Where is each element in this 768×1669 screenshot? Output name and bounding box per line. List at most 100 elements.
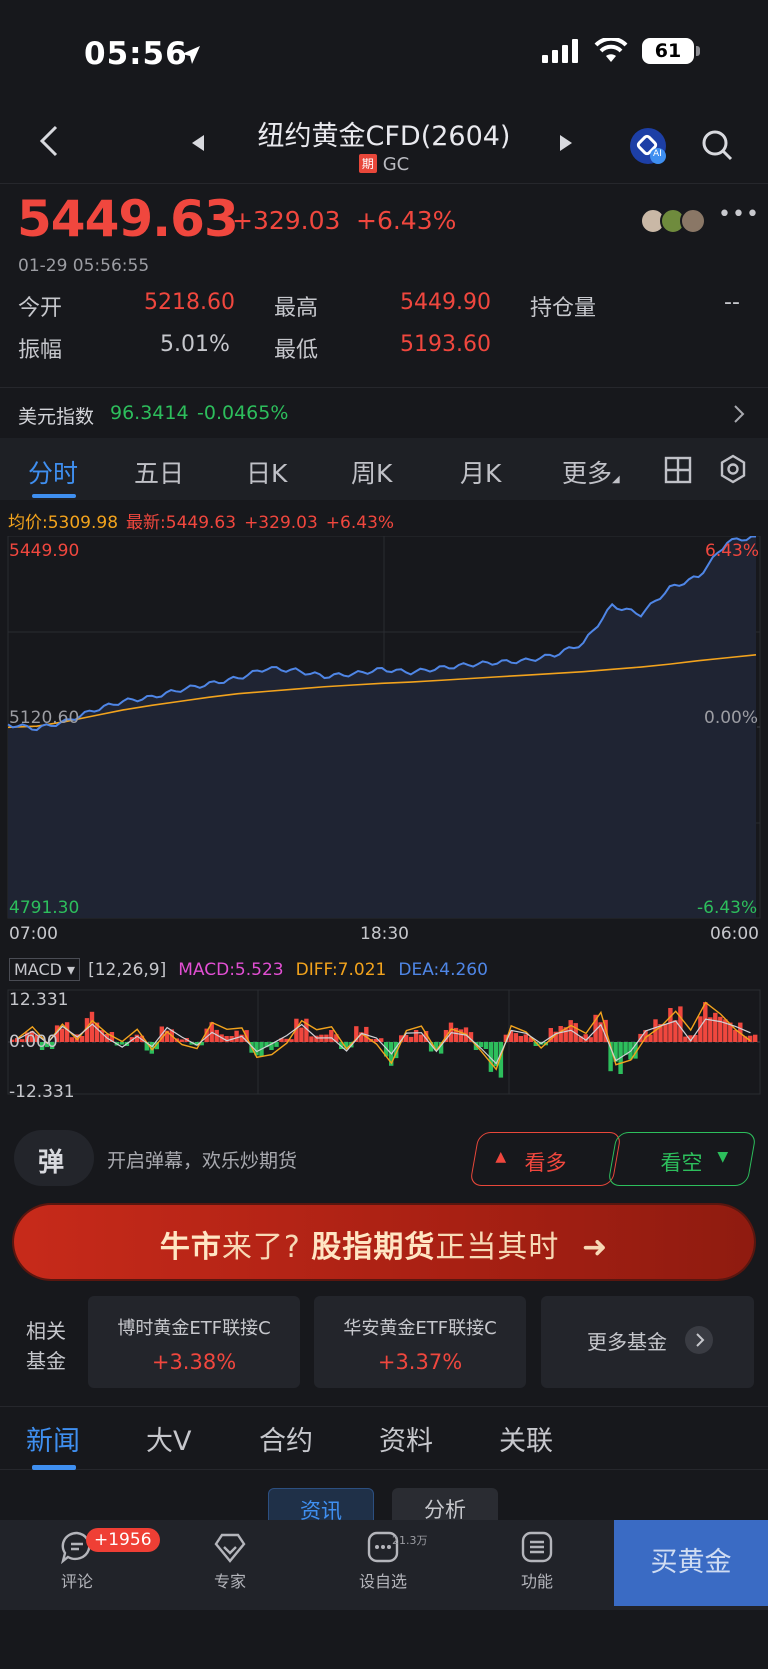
pct-axis-mid: 0.00%	[704, 708, 759, 728]
settings-icon[interactable]	[718, 454, 748, 484]
watcher-avatars[interactable]	[640, 208, 706, 234]
comment-label: 评论	[60, 1572, 93, 1591]
open-value: 5218.60	[144, 290, 235, 315]
open-label: 今开	[18, 296, 63, 321]
tab-more-label: 更多	[562, 459, 613, 488]
search-icon[interactable]	[700, 128, 734, 162]
danmu-prompt[interactable]: 开启弹幕，欢乐炒期货	[107, 1146, 297, 1173]
last-price: 5449.63	[17, 190, 239, 248]
macd-bar	[733, 1030, 738, 1042]
fund-card[interactable]: 华安黄金ETF联接C +3.37%	[314, 1296, 526, 1388]
chart-legend: 均价:5309.98 最新:5449.63 +329.03 +6.43%	[8, 508, 394, 533]
promo-part4: 正当其时	[435, 1230, 560, 1265]
promo-part2: 来了?	[221, 1230, 301, 1265]
buy-gold-button[interactable]: 买黄金	[614, 1520, 768, 1606]
macd-header: MACD ▾ [12,26,9] MACD:5.523 DIFF:7.021 D…	[9, 958, 488, 981]
avatar	[680, 208, 706, 234]
add-watchlist-label: 设自选	[358, 1572, 407, 1591]
amplitude-label: 振幅	[18, 338, 63, 363]
indicator-select[interactable]: MACD ▾	[9, 958, 81, 981]
y-axis-top: 5449.90	[9, 541, 80, 561]
amplitude-value: 5.01%	[160, 332, 230, 357]
macd-bar	[329, 1030, 334, 1042]
back-icon[interactable]	[36, 124, 66, 158]
macd-bar	[179, 1039, 184, 1042]
macd-bar	[558, 1026, 563, 1042]
more-funds-button[interactable]: 更多基金	[541, 1296, 754, 1388]
promo-part1: 牛市	[159, 1230, 222, 1265]
tab-contract[interactable]: 合约	[259, 1419, 313, 1458]
pct-axis-top: 6.43%	[705, 541, 760, 561]
related-funds-label: 相关 基金	[26, 1316, 66, 1376]
fund-change: +3.37%	[377, 1350, 463, 1374]
bullish-button[interactable]: 看多 ▲	[469, 1132, 622, 1186]
macd-chart[interactable]: 12.331 0.000 -12.331	[0, 986, 768, 1104]
ai-assistant-button[interactable]: AI	[628, 126, 668, 166]
tab-five-day[interactable]: 五日	[134, 454, 184, 490]
last-price-legend: 最新:5449.63	[126, 513, 237, 533]
prev-contract-icon[interactable]	[190, 134, 206, 152]
dollar-index-row[interactable]: 美元指数 96.3414 -0.0465%	[0, 390, 768, 438]
macd-bar	[513, 1033, 519, 1042]
tab-monthly-k[interactable]: 月K	[460, 454, 501, 490]
next-contract-icon[interactable]	[558, 134, 574, 152]
quote-time: 01-29 05:56:55	[18, 256, 150, 276]
price-area	[8, 536, 756, 918]
nav-bar: 纽约黄金CFD(2604) 期 GC AI	[0, 110, 768, 184]
macd-bar	[518, 1036, 523, 1042]
quote-panel: 5449.63 +329.03 +6.43% ••• 01-29 05:56:5…	[0, 186, 768, 388]
contract-code: 期 GC	[220, 154, 548, 175]
macd-value: MACD:5.523	[178, 959, 284, 980]
futures-tag: 期	[358, 154, 377, 173]
tab-weekly-k[interactable]: 周K	[351, 454, 392, 490]
dropdown-icon: ◢	[612, 474, 620, 485]
expert-label: 专家	[213, 1572, 246, 1591]
tab-kol[interactable]: 大V	[146, 1419, 191, 1458]
more-icon[interactable]: •••	[718, 202, 760, 227]
macd-bar	[89, 1011, 95, 1042]
promo-banner[interactable]: 牛市来了? 股指期货正当其时 ➜	[14, 1205, 754, 1279]
low-value: 5193.60	[400, 332, 491, 357]
tab-news[interactable]: 新闻	[26, 1419, 80, 1458]
danmu-toggle[interactable]: 弹	[14, 1130, 94, 1186]
macd-bar	[299, 1027, 304, 1042]
page-title: 纽约黄金CFD(2604)	[257, 121, 511, 152]
content-tab-indicator	[32, 1465, 76, 1470]
macd-bar	[523, 1034, 528, 1042]
expert-button[interactable]: 专家	[185, 1530, 275, 1592]
intraday-chart[interactable]: 5449.90 6.43% 5120.60 0.00% 4791.30 -6.4…	[0, 535, 768, 946]
price-change: +329.03	[232, 206, 341, 235]
battery-indicator: 61	[642, 38, 700, 64]
related-funds-label-line1: 相关	[26, 1319, 66, 1343]
macd-bar	[668, 1008, 673, 1042]
tab-intraday[interactable]: 分时	[28, 454, 78, 490]
macd-bar	[119, 1042, 125, 1045]
tab-related[interactable]: 关联	[499, 1419, 553, 1458]
macd-bar	[408, 1036, 414, 1042]
macd-bar	[713, 1012, 718, 1042]
fund-card[interactable]: 博时黄金ETF联接C +3.38%	[88, 1296, 300, 1388]
macd-bar	[588, 1037, 593, 1042]
tab-more[interactable]: 更多◢	[562, 454, 620, 490]
chevron-right-icon	[685, 1326, 713, 1354]
avg-price-legend: 均价:5309.98	[8, 513, 119, 533]
y-axis-bottom: 4791.30	[9, 898, 80, 918]
functions-button[interactable]: 功能	[492, 1530, 582, 1592]
tab-daily-k[interactable]: 日K	[246, 454, 287, 490]
macd-axis-bottom: -12.331	[9, 1082, 75, 1102]
bearish-label: 看空	[660, 1151, 703, 1175]
watchlist-count: 21.3万	[392, 1534, 428, 1547]
change-pct-legend: +6.43%	[325, 513, 395, 533]
macd-bar	[59, 1028, 65, 1042]
related-funds: 相关 基金 博时黄金ETF联接C +3.38% 华安黄金ETF联接C +3.37…	[0, 1296, 768, 1392]
bearish-button[interactable]: 看空 ▼	[607, 1132, 757, 1186]
tab-indicator	[32, 494, 76, 498]
ai-badge: AI	[653, 149, 662, 159]
macd-axis-top: 12.331	[9, 990, 69, 1010]
tab-profile[interactable]: 资料	[379, 1419, 433, 1458]
x-axis-end: 06:00	[710, 924, 759, 944]
layout-grid-icon[interactable]	[664, 456, 692, 484]
diamond-icon	[214, 1533, 246, 1563]
intraday-chart-svg	[7, 535, 761, 919]
more-funds-label: 更多基金	[587, 1330, 667, 1354]
